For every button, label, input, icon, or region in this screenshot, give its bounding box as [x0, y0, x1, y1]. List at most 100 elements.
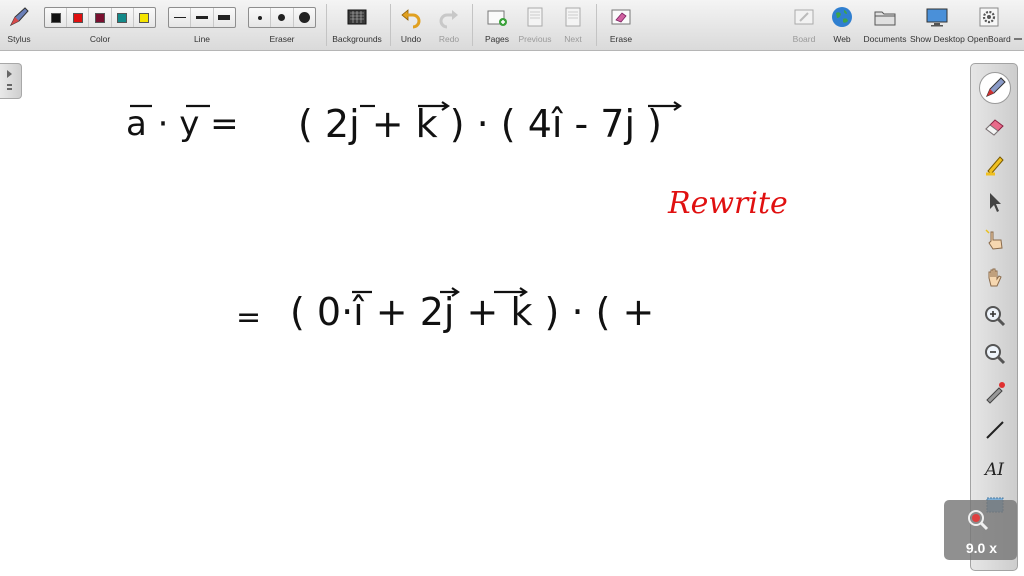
vector-arrows-line2	[352, 287, 528, 297]
zoom-level: 9.0 x	[965, 540, 997, 556]
zoom-in-tool[interactable]	[979, 300, 1011, 332]
stylus-palette: AI	[970, 63, 1018, 571]
previous-page-button[interactable]: Previous	[516, 0, 554, 51]
board-label: Board	[792, 34, 816, 44]
pen-icon	[986, 77, 1006, 97]
interact-tool[interactable]	[979, 224, 1011, 256]
vector-arrows-rhs	[360, 101, 682, 111]
folder-icon	[874, 11, 896, 26]
undo-icon	[401, 9, 421, 29]
eraser-group: Eraser	[248, 0, 316, 51]
stylus-button[interactable]: Stylus	[4, 0, 34, 51]
erase-board-icon	[611, 9, 631, 25]
color-swatch-teal[interactable]	[112, 8, 134, 27]
hand-icon	[988, 268, 1002, 287]
eraser-small[interactable]	[249, 8, 272, 27]
openboard-window: Stylus Color Line Eraser Backgrounds Und…	[0, 0, 1024, 576]
globe-icon	[832, 7, 852, 27]
window-minimize-icon[interactable]	[1014, 38, 1022, 40]
color-swatch-maroon[interactable]	[89, 8, 112, 27]
gear-icon	[979, 7, 999, 27]
openboard-menu-button[interactable]: OpenBoard	[966, 0, 1012, 51]
next-label: Next	[564, 34, 582, 44]
zoom-out-icon	[985, 344, 1006, 365]
marker-tool[interactable]	[979, 148, 1011, 180]
color-label: Color	[89, 34, 111, 44]
pages-button[interactable]: Pages	[480, 0, 514, 51]
zoom-out-tool[interactable]	[979, 338, 1011, 370]
laser-pointer-tool[interactable]	[979, 376, 1011, 408]
board-icon	[794, 9, 814, 25]
board-button[interactable]: Board	[788, 0, 820, 51]
line-tool[interactable]	[979, 414, 1011, 446]
erase-label: Erase	[609, 34, 633, 44]
next-page-button[interactable]: Next	[558, 0, 588, 51]
eraser-icon	[985, 119, 1004, 136]
monitor-icon	[926, 8, 948, 27]
color-group: Color	[44, 0, 156, 51]
svg-text:AI: AI	[983, 460, 1004, 480]
whiteboard-canvas[interactable]: a · y = ( 2j + k ) · ( 4î - 7j ) Rewrite…	[0, 52, 968, 576]
eraser-medium[interactable]	[271, 8, 294, 27]
vector-bars-lhs	[130, 104, 210, 108]
documents-button[interactable]: Documents	[862, 0, 908, 51]
selector-tool[interactable]	[979, 186, 1011, 218]
show-desktop-button[interactable]: Show Desktop	[910, 0, 965, 51]
undo-button[interactable]: Undo	[396, 0, 426, 51]
zoom-in-icon	[985, 306, 1006, 327]
zoom-indicator: 9.0 x	[944, 500, 1017, 560]
toolbar-divider	[596, 4, 597, 46]
previous-page-icon	[527, 7, 543, 27]
hand-tool[interactable]	[979, 262, 1011, 294]
line-group: Line	[168, 0, 236, 51]
highlighter-icon	[986, 156, 1004, 176]
stylus-icon	[9, 7, 29, 27]
toolbar-divider	[326, 4, 327, 46]
redo-label: Redo	[438, 34, 460, 44]
line-medium[interactable]	[191, 8, 214, 27]
color-swatch-black[interactable]	[45, 8, 68, 27]
text-tool[interactable]: AI	[979, 452, 1011, 484]
line-icon	[986, 421, 1004, 439]
backgrounds-icon	[347, 9, 367, 25]
backgrounds-label: Backgrounds	[332, 34, 382, 44]
laser-pointer-icon	[986, 382, 1005, 404]
eraser-size-picker	[248, 7, 316, 28]
next-page-icon	[565, 7, 581, 27]
equals-sign: =	[236, 300, 262, 335]
eraser-large[interactable]	[294, 8, 315, 27]
cursor-arrow-icon	[990, 193, 1001, 212]
redo-button[interactable]: Redo	[434, 0, 464, 51]
eraser-tool[interactable]	[979, 110, 1011, 142]
pointing-hand-icon	[985, 229, 1003, 250]
line-label: Line	[193, 34, 211, 44]
line-thick[interactable]	[214, 8, 235, 27]
web-button[interactable]: Web	[826, 0, 858, 51]
color-swatch-yellow[interactable]	[134, 8, 155, 27]
pen-tool[interactable]	[979, 72, 1011, 104]
stylus-label: Stylus	[7, 34, 31, 44]
erase-button[interactable]: Erase	[604, 0, 638, 51]
show-desktop-label: Show Desktop	[910, 34, 965, 44]
redo-icon	[439, 10, 458, 29]
toolbar-divider	[390, 4, 391, 46]
color-swatch-red[interactable]	[67, 8, 90, 27]
color-picker	[44, 7, 156, 28]
rewrite-note: Rewrite	[668, 186, 788, 221]
previous-label: Previous	[518, 34, 552, 44]
line-width-picker	[168, 7, 236, 28]
magnifier-icon	[968, 510, 989, 531]
pages-label: Pages	[484, 34, 510, 44]
web-label: Web	[833, 34, 851, 44]
add-page-icon	[487, 10, 507, 26]
eraser-label: Eraser	[269, 34, 295, 44]
backgrounds-button[interactable]: Backgrounds	[330, 0, 384, 51]
top-toolbar: Stylus Color Line Eraser Backgrounds Und…	[0, 0, 1024, 51]
undo-label: Undo	[400, 34, 422, 44]
toolbar-divider	[472, 4, 473, 46]
documents-label: Documents	[863, 34, 907, 44]
line-thin[interactable]	[169, 8, 192, 27]
openboard-label: OpenBoard	[967, 34, 1011, 44]
equation-lhs: a · y =	[126, 104, 239, 144]
text-icon: AI	[983, 460, 1004, 480]
